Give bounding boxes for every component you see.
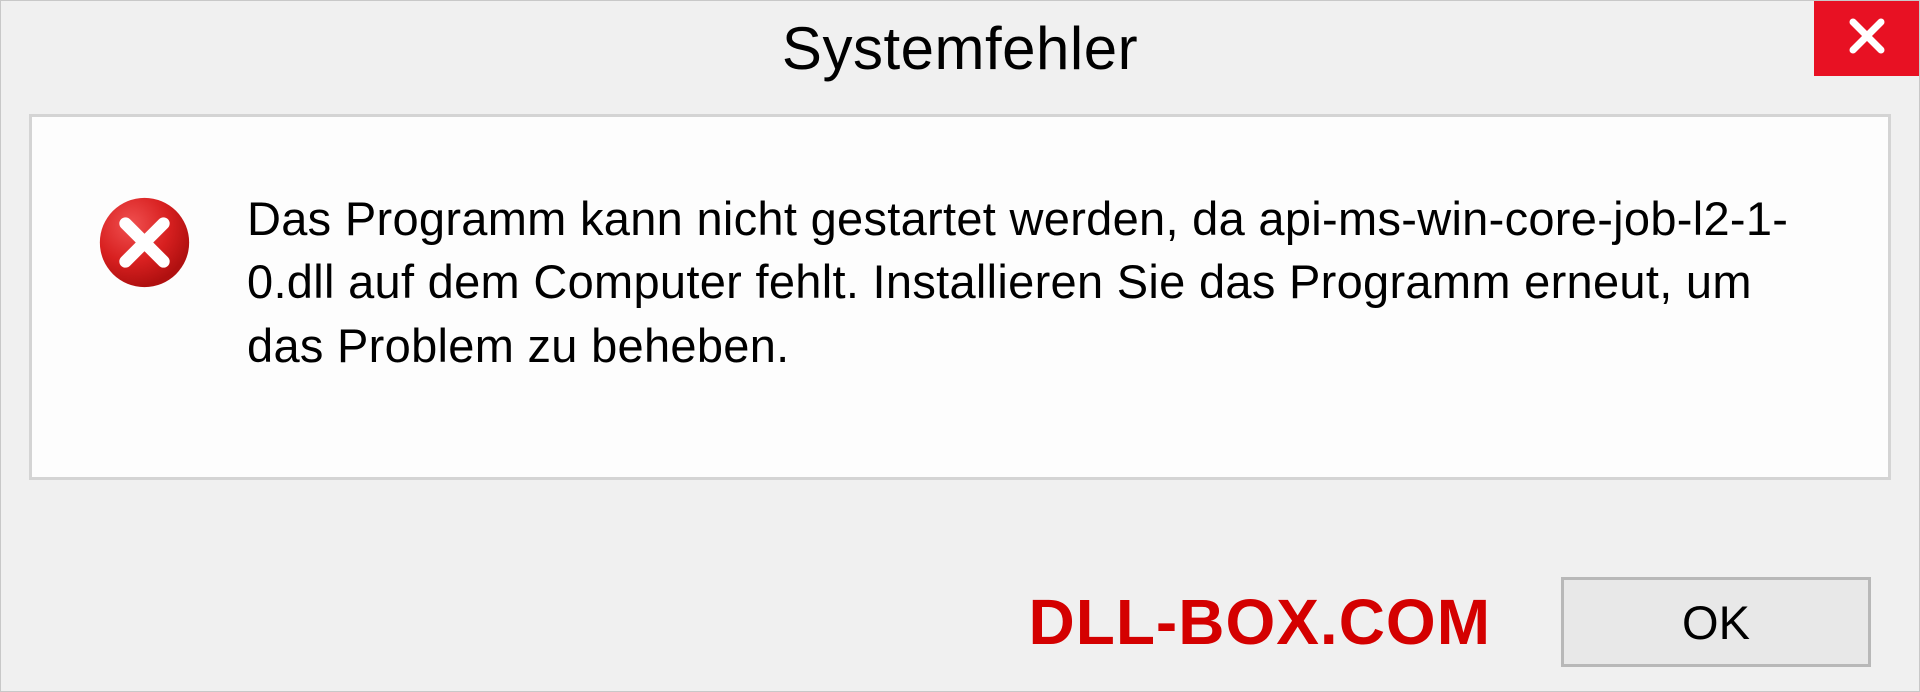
ok-button[interactable]: OK	[1561, 577, 1871, 667]
dialog-footer: DLL-BOX.COM OK	[1, 577, 1919, 667]
error-icon	[97, 195, 192, 290]
close-button[interactable]	[1814, 1, 1919, 76]
window-title: Systemfehler	[782, 14, 1138, 83]
titlebar: Systemfehler	[1, 1, 1919, 96]
ok-button-label: OK	[1682, 595, 1750, 650]
close-icon	[1843, 12, 1891, 65]
error-dialog-window: Systemfehler	[0, 0, 1920, 692]
error-message: Das Programm kann nicht gestartet werden…	[247, 187, 1828, 377]
watermark-text: DLL-BOX.COM	[1029, 585, 1492, 659]
message-panel: Das Programm kann nicht gestartet werden…	[29, 114, 1891, 480]
